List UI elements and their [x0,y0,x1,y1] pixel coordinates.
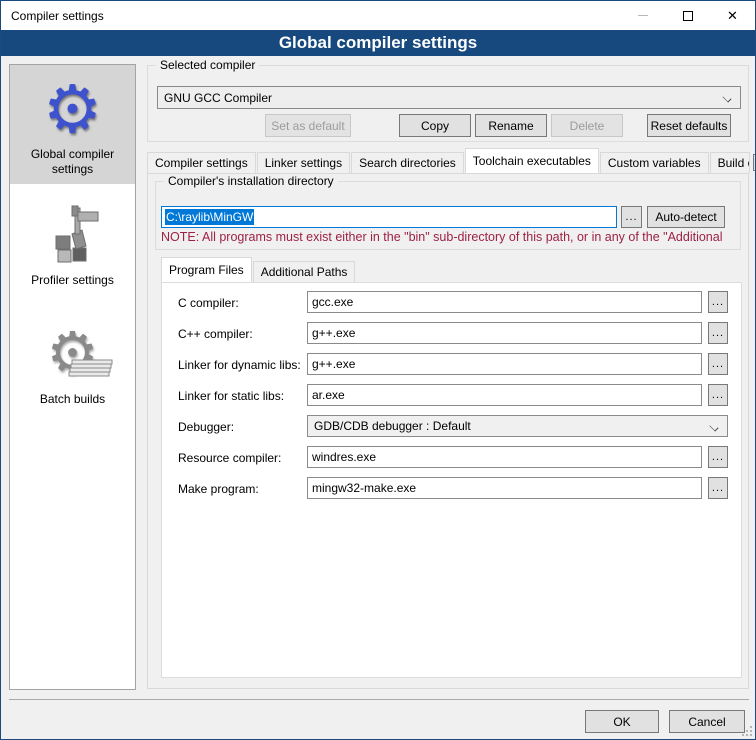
blue-gear-icon: ⚙ [37,73,109,145]
sidebar-item-profiler-settings[interactable]: Profiler settings [10,184,135,303]
cpp-compiler-label: C++ compiler: [178,327,253,341]
dynamic-linker-browse-button[interactable]: ... [708,353,728,375]
c-compiler-browse-button[interactable]: ... [708,291,728,313]
cancel-button[interactable]: Cancel [669,710,745,733]
tab-additional-paths[interactable]: Additional Paths [253,261,356,282]
maximize-icon [683,11,693,21]
static-linker-input[interactable] [307,384,702,406]
sidebar-item-global-compiler-settings[interactable]: ⚙ Global compiler settings [10,65,135,184]
tab-linker-settings[interactable]: Linker settings [257,152,350,173]
make-program-input[interactable] [307,477,702,499]
tab-compiler-settings[interactable]: Compiler settings [147,152,256,173]
program-files-page: C compiler: ... C++ compiler: ... Linker… [161,282,742,678]
tab-toolchain-executables[interactable]: Toolchain executables [465,148,599,173]
ok-button[interactable]: OK [585,710,659,733]
debugger-label: Debugger: [178,420,234,434]
close-button[interactable]: ✕ [710,1,755,30]
dynamic-linker-label: Linker for dynamic libs: [178,358,301,372]
rename-button[interactable]: Rename [475,114,547,137]
chevron-down-icon [710,422,719,431]
compiler-settings-dialog: Compiler settings ✕ Global compiler sett… [0,0,756,740]
tab-build-options-clipped[interactable]: Build options [710,152,750,173]
dynamic-linker-input[interactable] [307,353,702,375]
minimize-icon [638,15,648,16]
debugger-select-value: GDB/CDB debugger : Default [314,419,710,433]
sidebar-item-label: Profiler settings [31,273,114,288]
debugger-select[interactable]: GDB/CDB debugger : Default [307,415,728,437]
chevron-down-icon [723,93,732,102]
tab-custom-variables[interactable]: Custom variables [600,152,709,173]
settings-tab-bar: Compiler settings Linker settings Search… [147,150,756,173]
window-controls: ✕ [620,1,755,30]
window-title: Compiler settings [1,9,620,23]
page-title: Global compiler settings [1,30,755,56]
compiler-select[interactable]: GNU GCC Compiler [157,86,741,109]
tab-scroll-left-icon[interactable]: ◀ [753,154,756,171]
c-compiler-input[interactable] [307,291,702,313]
c-compiler-label: C compiler: [178,296,239,310]
install-dir-input[interactable]: C:\raylib\MinGW [161,206,617,228]
sidebar: ⚙ Global compiler settings Profil [9,64,136,690]
tab-search-directories[interactable]: Search directories [351,152,464,173]
titlebar: Compiler settings ✕ [1,1,755,30]
close-icon: ✕ [727,9,738,22]
cpp-compiler-browse-button[interactable]: ... [708,322,728,344]
cpp-compiler-input[interactable] [307,322,702,344]
resource-compiler-label: Resource compiler: [178,451,281,465]
set-as-default-button[interactable]: Set as default [265,114,351,137]
tab-program-files[interactable]: Program Files [161,257,252,282]
install-dir-browse-button[interactable]: ... [621,206,642,228]
resource-compiler-browse-button[interactable]: ... [708,446,728,468]
resize-grip[interactable] [742,726,752,736]
program-files-tab-bar: Program Files Additional Paths [161,259,356,282]
sidebar-item-label: Batch builds [40,392,105,407]
compiler-select-value: GNU GCC Compiler [164,91,723,105]
make-program-browse-button[interactable]: ... [708,477,728,499]
static-linker-label: Linker for static libs: [178,389,284,403]
sidebar-item-batch-builds[interactable]: ⚙ Batch builds [10,303,135,422]
caliper-icon [37,199,109,271]
install-dir-group-label: Compiler's installation directory [164,174,338,188]
sidebar-item-label: Global compiler settings [23,147,123,177]
footer-divider [9,699,749,700]
reset-defaults-button[interactable]: Reset defaults [647,114,731,137]
resource-compiler-input[interactable] [307,446,702,468]
copy-button[interactable]: Copy [399,114,471,137]
selected-compiler-group-label: Selected compiler [156,58,259,72]
autodetect-button[interactable]: Auto-detect [647,206,725,228]
make-program-label: Make program: [178,482,259,496]
minimize-button [620,1,665,30]
note-text: NOTE: All programs must exist either in … [161,230,747,244]
gray-gear-icon: ⚙ [37,318,109,390]
install-dir-selected-text: C:\raylib\MinGW [165,209,254,225]
maximize-button[interactable] [665,1,710,30]
selected-compiler-group: Selected compiler GNU GCC Compiler Set a… [147,65,749,142]
static-linker-browse-button[interactable]: ... [708,384,728,406]
delete-button[interactable]: Delete [551,114,623,137]
